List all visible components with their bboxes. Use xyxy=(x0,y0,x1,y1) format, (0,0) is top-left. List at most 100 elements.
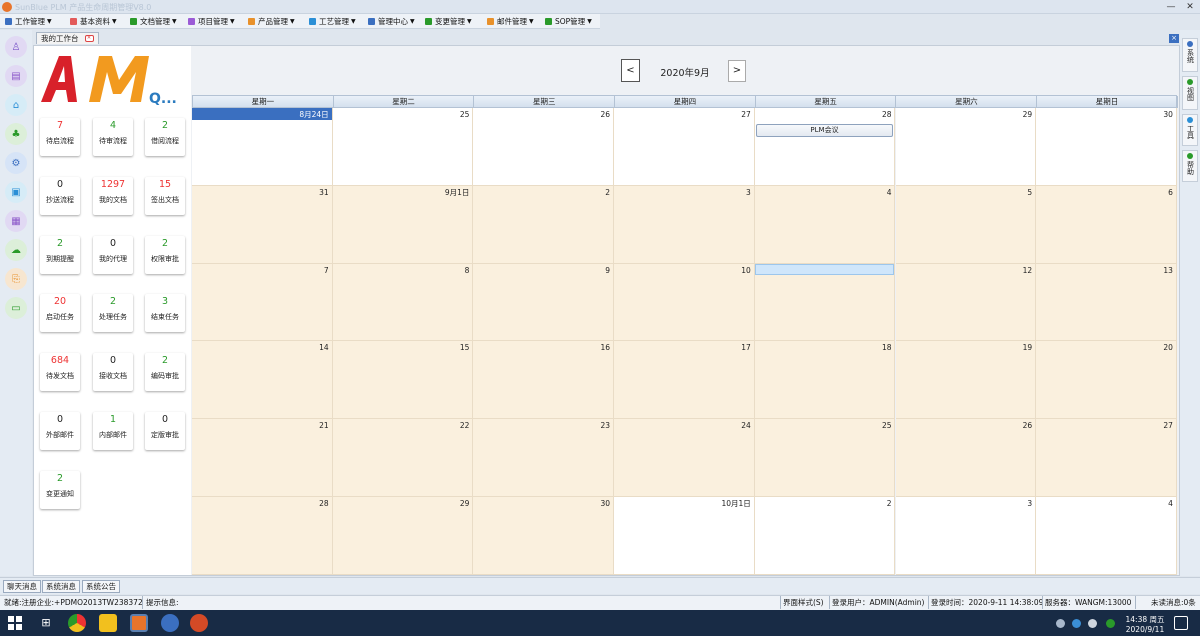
shortcut-tile[interactable]: 2 权限审批 xyxy=(145,236,185,274)
calendar-day-cell[interactable]: 28 xyxy=(192,497,333,575)
shortcut-tile[interactable]: 684 待发文档 xyxy=(40,353,80,391)
taskbar-date[interactable]: 2020/9/11 xyxy=(1124,625,1166,634)
calendar-day-cell[interactable]: 30 xyxy=(473,497,615,575)
shortcut-tile[interactable]: 2 到期提醒 xyxy=(40,236,80,274)
ui-style-menu[interactable]: 界面样式(S) xyxy=(783,598,824,608)
calendar-day-cell[interactable]: 10 xyxy=(614,263,755,342)
menu-9[interactable]: 邮件管理 ▼ xyxy=(487,15,534,28)
grid-icon[interactable]: ▦ xyxy=(5,210,27,232)
tray-volume-icon[interactable] xyxy=(1088,619,1097,628)
calendar-day-cell[interactable]: 25 xyxy=(754,419,896,497)
calendar-day-cell[interactable]: 27 xyxy=(1036,419,1177,497)
chrome-icon[interactable] xyxy=(68,614,86,632)
card-icon[interactable]: ▭ xyxy=(5,297,27,319)
tray-chevron-icon[interactable] xyxy=(1056,619,1065,628)
calendar-event[interactable]: PLM会议 xyxy=(756,124,893,137)
bottom-tab-2[interactable]: 系统消息 xyxy=(42,580,80,593)
calendar-day-cell[interactable]: 26 xyxy=(895,419,1037,497)
calendar-day-cell[interactable]: 22 xyxy=(332,419,474,497)
calendar-day-cell[interactable]: 18 xyxy=(754,341,896,420)
calendar-day-cell[interactable]: 9 xyxy=(473,263,615,342)
calendar-day-cell[interactable]: 29 xyxy=(332,497,474,575)
task-view-icon[interactable]: ⊞ xyxy=(37,614,55,632)
calendar-day-cell[interactable]: 9月1日 xyxy=(332,185,474,264)
menu-3[interactable]: 文档管理 ▼ xyxy=(130,15,177,28)
calendar-day-cell[interactable]: 15 xyxy=(332,341,474,420)
file-export-icon[interactable]: ⎘ xyxy=(5,268,27,290)
shortcut-tile[interactable]: 0 外部邮件 xyxy=(40,412,80,450)
calendar-day-cell[interactable]: 5 xyxy=(895,185,1037,264)
next-month-button[interactable]: > xyxy=(728,60,746,82)
calendar-day-cell[interactable]: 23 xyxy=(473,419,615,497)
calendar-day-cell[interactable]: 17 xyxy=(614,341,755,420)
document-icon[interactable]: ▤ xyxy=(5,65,27,87)
right-tab-1[interactable]: 系统 xyxy=(1182,38,1198,72)
windows-start-icon[interactable] xyxy=(7,615,23,631)
shortcut-tile[interactable]: 2 处理任务 xyxy=(93,294,133,332)
shortcut-tile[interactable]: 15 签出文档 xyxy=(145,177,185,215)
calendar-day-cell[interactable]: 21 xyxy=(192,419,333,497)
menu-2[interactable]: 基本资料 ▼ xyxy=(70,15,117,28)
app-icon[interactable] xyxy=(161,614,179,632)
calendar-day-cell[interactable]: 12 xyxy=(895,263,1037,342)
plm-app-icon[interactable] xyxy=(130,614,148,632)
shortcut-tile[interactable]: 20 启动任务 xyxy=(40,294,80,332)
calendar-day-cell[interactable]: 24 xyxy=(614,419,755,497)
calendar-day-cell[interactable]: 16 xyxy=(473,341,615,420)
file-explorer-icon[interactable] xyxy=(99,614,117,632)
org-tree-icon[interactable]: ♣ xyxy=(5,123,27,145)
shortcut-tile[interactable]: 0 抄送流程 xyxy=(40,177,80,215)
calendar-day-cell[interactable]: 7 xyxy=(192,263,333,342)
calendar-day-cell[interactable]: 4 xyxy=(1036,497,1177,575)
shortcut-tile[interactable]: 2 变更通知 xyxy=(40,471,80,509)
calendar-day-cell[interactable]: 8 xyxy=(332,263,474,342)
notification-icon[interactable] xyxy=(1174,616,1188,630)
panel-close-button[interactable]: × xyxy=(1169,34,1179,43)
tray-app-icon[interactable] xyxy=(1106,619,1115,628)
calendar-day-cell[interactable]: 29 xyxy=(895,108,1037,186)
prev-month-button[interactable]: < xyxy=(621,59,640,82)
bottom-tab-1[interactable]: 聊天消息 xyxy=(3,580,41,593)
close-window-button[interactable]: ✕ xyxy=(1181,1,1199,13)
calendar-day-cell[interactable]: 28 xyxy=(754,108,896,186)
calendar-day-cell[interactable]: 4 xyxy=(754,185,896,264)
calendar-day-cell[interactable]: 25 xyxy=(332,108,474,186)
shortcut-tile[interactable]: 2 编码审批 xyxy=(145,353,185,391)
calendar-day-cell[interactable]: 11 xyxy=(754,263,896,342)
shortcut-tile[interactable]: 2 借阅流程 xyxy=(145,118,185,156)
screen-icon[interactable]: ▣ xyxy=(5,181,27,203)
calendar-day-cell[interactable]: 19 xyxy=(895,341,1037,420)
settings-cluster-icon[interactable]: ⚙ xyxy=(5,152,27,174)
calendar-day-cell[interactable]: 30 xyxy=(1036,108,1177,186)
shortcut-tile[interactable]: 0 我的代理 xyxy=(93,236,133,274)
calendar-day-cell[interactable]: 10月1日 xyxy=(614,497,755,575)
menu-8[interactable]: 变更管理 ▼ xyxy=(425,15,472,28)
shortcut-tile[interactable]: 3 结束任务 xyxy=(145,294,185,332)
tray-network-icon[interactable] xyxy=(1072,619,1081,628)
powerpoint-icon[interactable] xyxy=(190,614,208,632)
calendar-day-cell[interactable]: 2 xyxy=(754,497,896,575)
shortcut-tile[interactable]: 7 待启流程 xyxy=(40,118,80,156)
menu-7[interactable]: 管理中心 ▼ xyxy=(368,15,415,28)
minimize-button[interactable]: — xyxy=(1162,1,1180,13)
calendar-day-cell[interactable]: 3 xyxy=(614,185,755,264)
menu-10[interactable]: SOP管理 ▼ xyxy=(545,15,592,28)
home-icon[interactable]: ⌂ xyxy=(5,94,27,116)
calendar-day-cell[interactable]: 27 xyxy=(614,108,755,186)
calendar-day-cell[interactable]: 26 xyxy=(473,108,615,186)
cloud-icon[interactable]: ☁ xyxy=(5,239,27,261)
calendar-day-cell[interactable]: 3 xyxy=(895,497,1037,575)
menu-1[interactable]: 工作管理 ▼ xyxy=(5,15,52,28)
menu-6[interactable]: 工艺管理 ▼ xyxy=(309,15,356,28)
calendar-day-cell[interactable]: 2 xyxy=(473,185,615,264)
calendar-day-cell[interactable]: 13 xyxy=(1036,263,1177,342)
shortcut-tile[interactable]: 0 接收文档 xyxy=(93,353,133,391)
user-flow-icon[interactable]: ♙ xyxy=(5,36,27,58)
calendar-day-cell[interactable]: 31 xyxy=(192,185,333,264)
tab-my-workbench[interactable]: 我的工作台 ✕ xyxy=(36,32,99,44)
calendar-day-cell[interactable]: 6 xyxy=(1036,185,1177,264)
taskbar-time[interactable]: 14:38 周五 xyxy=(1124,614,1166,625)
shortcut-tile[interactable]: 1 内部邮件 xyxy=(93,412,133,450)
menu-4[interactable]: 项目管理 ▼ xyxy=(188,15,235,28)
shortcut-tile[interactable]: 0 定版审批 xyxy=(145,412,185,450)
